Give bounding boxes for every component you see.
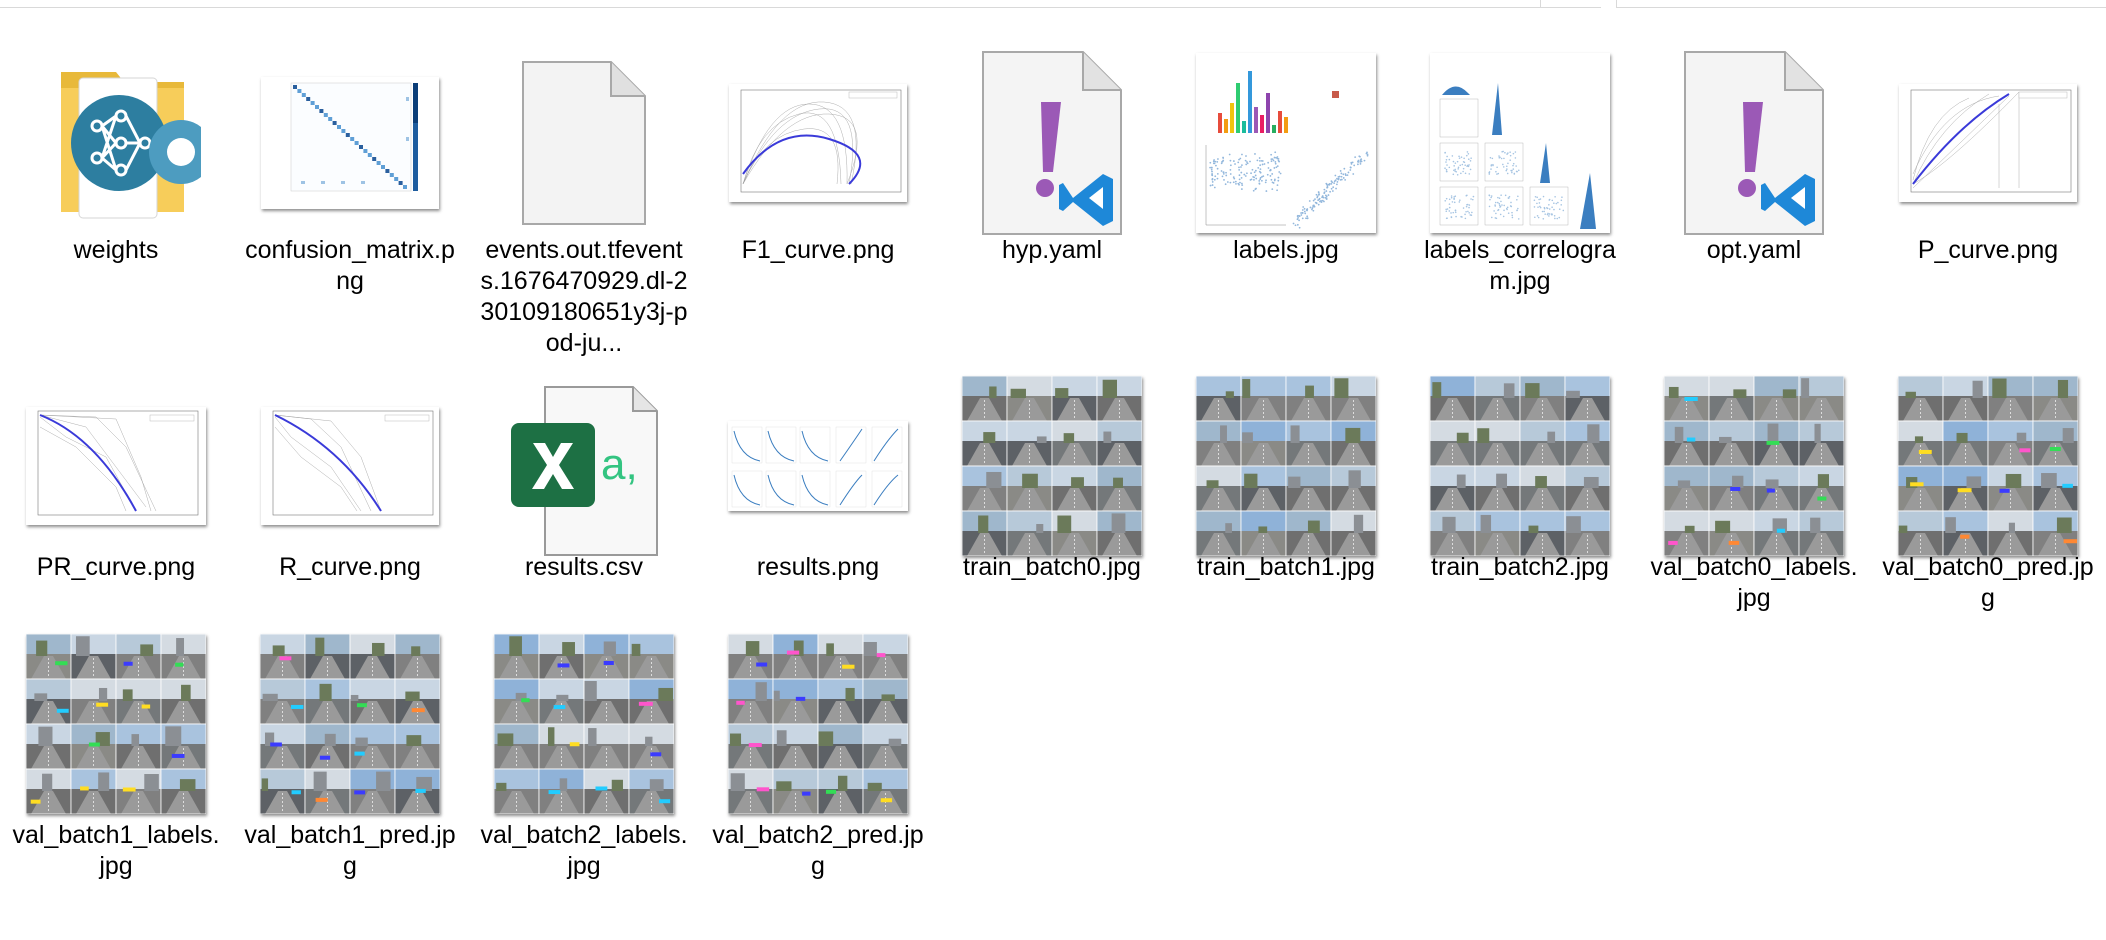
file-item-weights[interactable]: weights (16, 43, 216, 353)
file-item-f1-curve[interactable]: F1_curve.png (718, 43, 918, 353)
pr-curve-thumbnail (26, 407, 206, 525)
image-grid-thumbnail (260, 634, 440, 814)
file-name: PR_curve.png (36, 553, 196, 581)
file-name: labels_correlogram.jpg (1424, 236, 1616, 295)
blank-file-icon (484, 43, 684, 243)
file-item-val-batch1-labels[interactable]: val_batch1_labels.jpg (12, 630, 220, 940)
file-name: results.csv (524, 553, 644, 581)
file-item-train-batch1[interactable]: train_batch1.jpg (1186, 370, 1386, 680)
r-curve-thumbnail (261, 407, 439, 525)
file-name: train_batch1.jpg (1197, 553, 1375, 581)
file-name: val_batch2_pred.jpg (712, 821, 924, 880)
p-curve-thumbnail (1899, 84, 2077, 202)
file-name: confusion_matrix.png (245, 236, 455, 295)
file-item-events-tfevents[interactable]: events.out.tfevents.1676470929.dl-230109… (480, 43, 688, 357)
file-item-val-batch0-labels[interactable]: val_batch0_labels.jpg (1650, 370, 1858, 680)
svg-text:a,: a, (601, 440, 638, 489)
image-grid-thumbnail (962, 376, 1142, 556)
image-grid-thumbnail (728, 634, 908, 814)
image-grid-thumbnail (494, 634, 674, 814)
file-name: R_curve.png (279, 553, 421, 581)
file-name: val_batch2_labels.jpg (480, 821, 688, 880)
file-name: results.png (756, 553, 880, 581)
f1-curve-thumbnail (729, 84, 907, 202)
file-item-val-batch2-labels[interactable]: val_batch2_labels.jpg (480, 630, 688, 940)
image-grid-thumbnail (26, 634, 206, 814)
results-thumbnail (728, 421, 908, 511)
folder-icon (16, 43, 216, 243)
vscode-yaml-icon (952, 43, 1152, 243)
file-name: F1_curve.png (741, 236, 895, 264)
top-frame-border (0, 0, 2106, 10)
vscode-yaml-icon (1654, 43, 1854, 243)
file-item-train-batch2[interactable]: train_batch2.jpg (1420, 370, 1620, 680)
file-item-labels[interactable]: labels.jpg (1186, 43, 1386, 353)
file-item-train-batch0[interactable]: train_batch0.jpg (952, 370, 1152, 680)
image-grid-thumbnail (1898, 376, 2078, 556)
confusion-matrix-thumbnail (261, 77, 439, 209)
file-name: labels.jpg (1233, 236, 1339, 264)
file-item-p-curve[interactable]: P_curve.png (1888, 43, 2088, 353)
labels-thumbnail (1196, 53, 1376, 233)
file-name: weights (73, 236, 159, 264)
file-name: opt.yaml (1706, 236, 1802, 264)
file-item-val-batch0-pred[interactable]: val_batch0_pred.jpg (1882, 370, 2094, 680)
correlogram-thumbnail (1430, 53, 1610, 233)
file-name: train_batch0.jpg (963, 553, 1141, 581)
file-name: val_batch0_pred.jpg (1882, 553, 2094, 612)
file-name: val_batch1_pred.jpg (244, 821, 456, 880)
file-item-opt-yaml[interactable]: opt.yaml (1654, 43, 1854, 353)
image-grid-thumbnail (1430, 376, 1610, 556)
image-grid-thumbnail (1196, 376, 1376, 556)
file-name: train_batch2.jpg (1431, 553, 1609, 581)
file-name: P_curve.png (1917, 236, 2059, 264)
file-item-val-batch1-pred[interactable]: val_batch1_pred.jpg (244, 630, 456, 940)
image-grid-thumbnail (1664, 376, 1844, 556)
file-name: val_batch1_labels.jpg (12, 821, 220, 880)
file-item-labels-correlogram[interactable]: labels_correlogram.jpg (1420, 43, 1620, 353)
file-name: val_batch0_labels.jpg (1650, 553, 1858, 612)
excel-csv-icon: a, (484, 370, 684, 570)
file-item-val-batch2-pred[interactable]: val_batch2_pred.jpg (712, 630, 924, 940)
file-name: hyp.yaml (1001, 236, 1103, 264)
file-name: events.out.tfevents.1676470929.dl-230109… (480, 236, 688, 357)
file-item-confusion-matrix[interactable]: confusion_matrix.png (245, 43, 455, 353)
file-item-hyp-yaml[interactable]: hyp.yaml (952, 43, 1152, 353)
